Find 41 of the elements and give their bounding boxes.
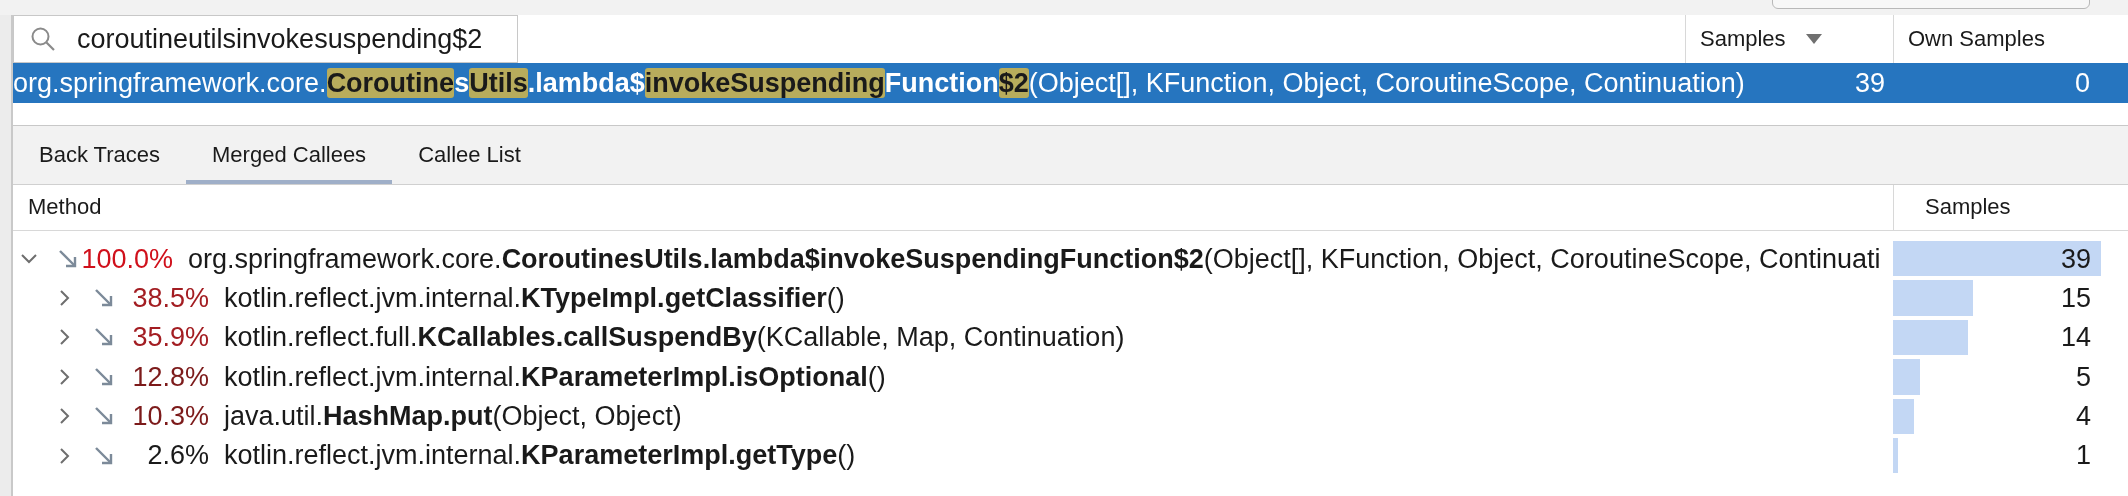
chevron-down-icon[interactable] [21,253,37,264]
percent-value: 100.0% [80,242,173,275]
search-field[interactable]: coroutineutilsinvokesuspending$2 [13,15,518,63]
tab[interactable]: Back Traces [13,126,187,184]
chevron-right-icon[interactable] [60,329,70,346]
call-arrow-icon [94,288,114,309]
call-arrow-icon [94,327,114,348]
percent-value: 10.3% [131,400,209,433]
chevron-right-icon[interactable] [60,408,70,425]
percent-value: 12.8% [131,360,209,394]
method-name: kotlin.reflect.full.KCallables.callSuspendBy(KCallable, Map, Continuation) [224,321,1125,354]
column-header[interactable]: Method [13,185,1893,230]
call-arrow-icon [94,366,114,387]
samples-value: 14 [2060,321,2091,354]
percent-value: 2.6% [146,439,209,472]
chevron-right-icon[interactable] [60,447,70,464]
search-icon [31,27,55,51]
method-name: java.util.HashMap.put(Object, Object) [224,400,682,433]
samples-bar [1893,437,1899,474]
percent-value: 38.5% [131,281,209,315]
call-arrow-icon [94,445,114,466]
samples-value: 39 [2060,242,2091,275]
method-name: kotlin.reflect.jvm.internal.KParameterImpl.getType() [224,439,856,472]
samples-bar [1893,359,1920,395]
tab[interactable]: Callee List [392,126,547,184]
column-header[interactable]: Samples [1893,185,2128,230]
chevron-right-icon[interactable] [60,368,70,385]
method-name: kotlin.reflect.jvm.internal.KTypeImpl.getClassifier() [224,281,845,315]
samples-bar [1893,398,1915,434]
percent-value: 35.9% [131,321,209,354]
call-arrow-icon [94,406,114,427]
call-arrow-icon [58,248,78,269]
samples-value: 15 [2060,281,2091,315]
own-samples-value: 0 [2073,66,2091,100]
samples-value: 1 [2075,439,2091,472]
method-name: org.springframework.core.CoroutinesUtils.lambda$invokeSuspendingFunction$2(Object[], KFunction, Object, CoroutineScope, Continuati [188,242,1881,275]
chevron-right-icon[interactable] [60,290,70,307]
samples-value: 4 [2075,400,2091,433]
samples-value: 39 [1853,66,1886,100]
method-name: kotlin.reflect.jvm.internal.KParameterImpl.isOptional() [224,360,886,394]
samples-value: 5 [2075,360,2091,394]
